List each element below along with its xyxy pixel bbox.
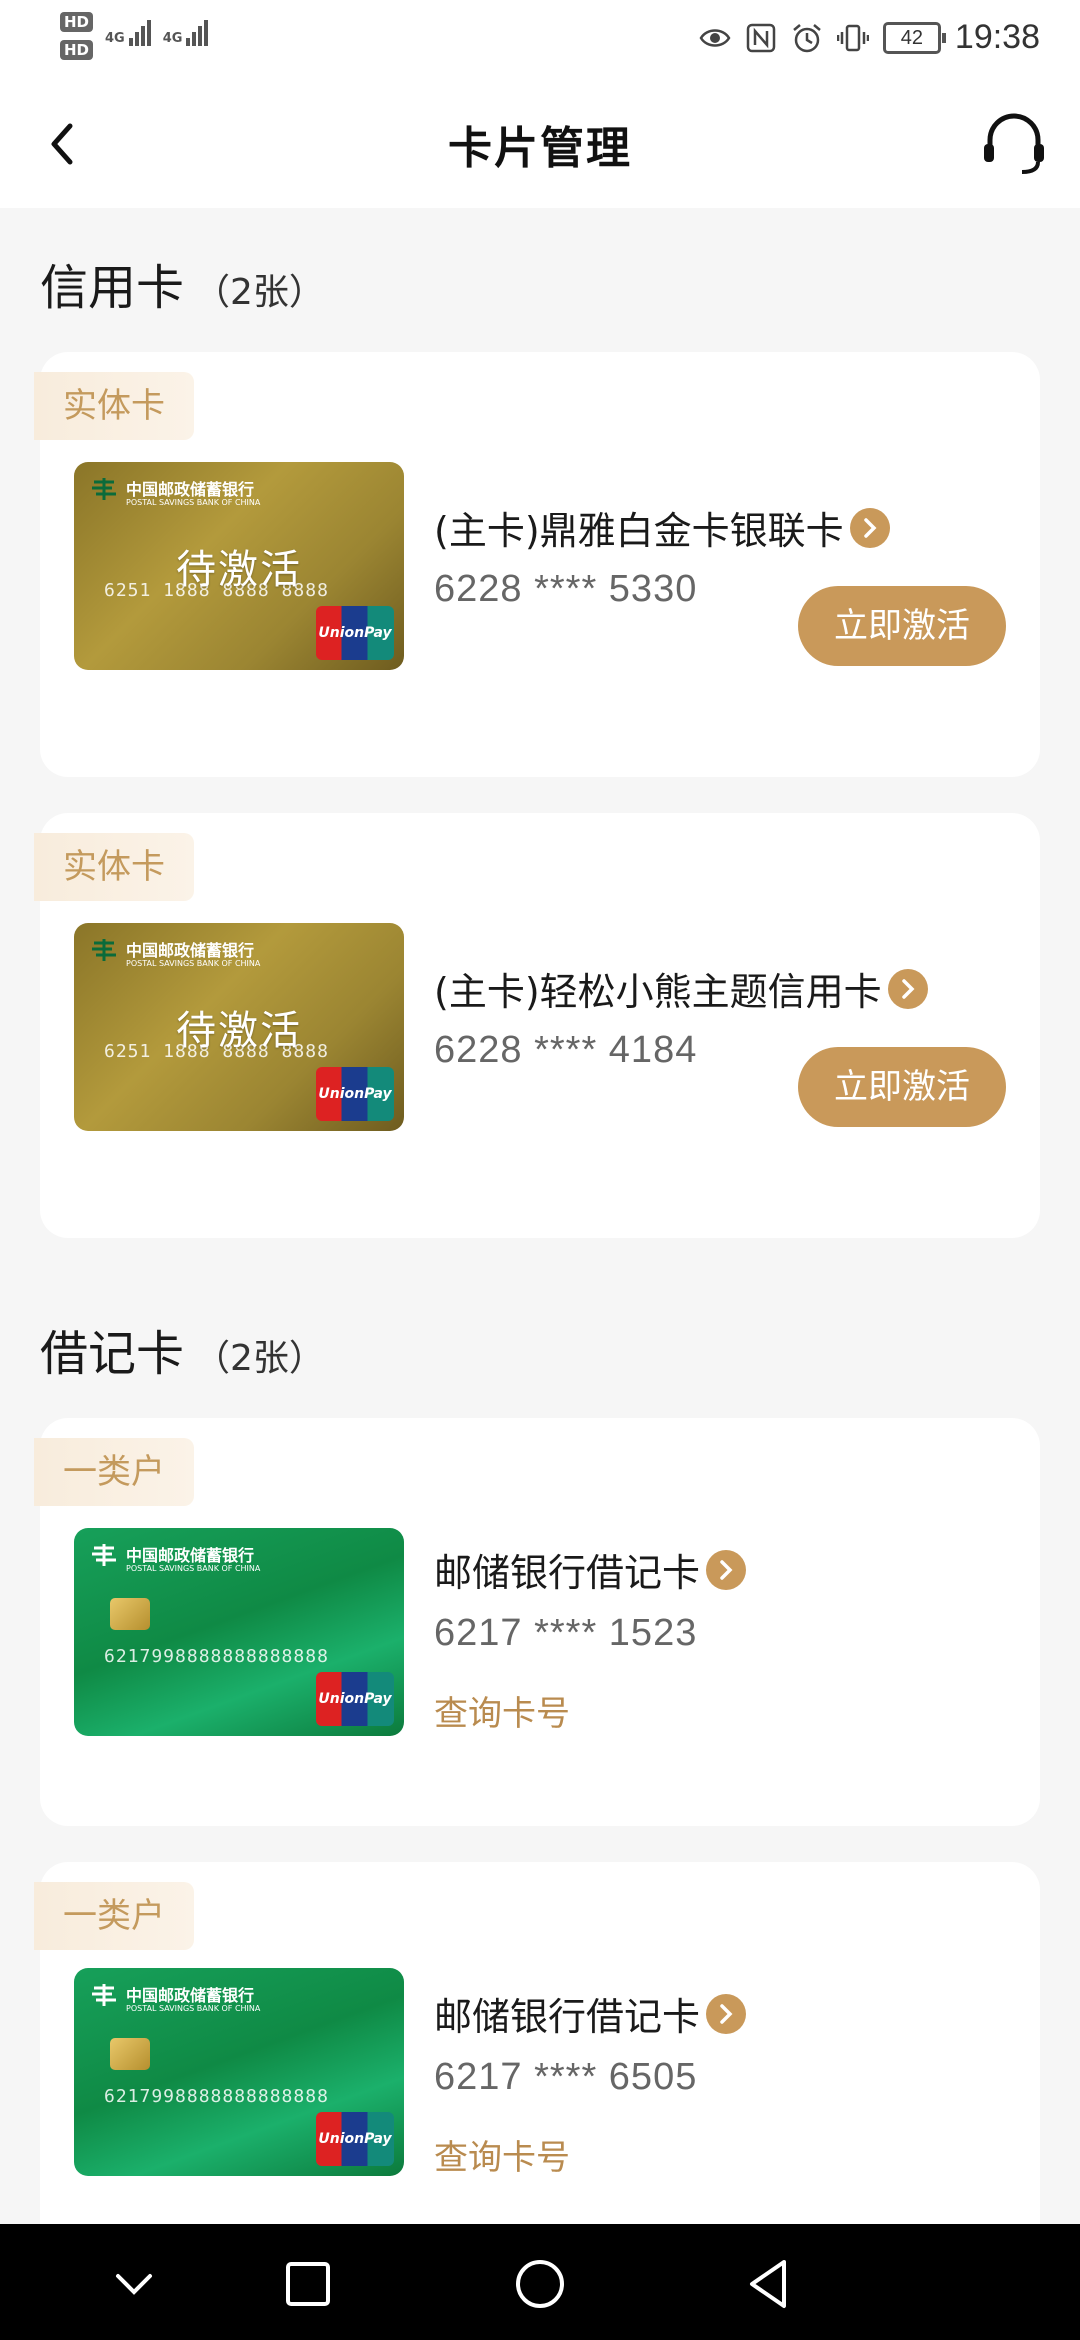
debit-card-item[interactable]: 一类户 中国邮政储蓄银行 POSTAL SAVINGS BANK OF CHIN… [34, 1862, 1040, 2282]
customer-service-button[interactable] [978, 108, 1050, 180]
activate-button[interactable]: 立即激活 [798, 586, 1006, 666]
vibrate-icon [836, 24, 869, 51]
hd-badge-1: HD [60, 12, 94, 32]
bank-logo-icon [92, 1984, 116, 2006]
card-name[interactable]: (主卡)鼎雅白金卡银联卡 [434, 500, 890, 555]
headset-icon [984, 113, 1044, 174]
chevron-right-icon[interactable] [706, 1549, 747, 1590]
back-nav-button[interactable] [740, 2254, 800, 2314]
card-type-badge: 实体卡 [34, 372, 194, 440]
card-number: 6217 **** 1523 [434, 1612, 698, 1654]
chevron-right-icon[interactable] [849, 507, 890, 548]
credit-count: （2张） [194, 272, 325, 313]
page-title: 卡片管理 [448, 123, 632, 174]
unionpay-logo: UnionPay 银联 [316, 1672, 394, 1726]
card-image: 中国邮政储蓄银行 POSTAL SAVINGS BANK OF CHINA 62… [74, 923, 404, 1131]
battery-icon: 42 [882, 21, 946, 54]
query-card-number-link[interactable]: 查询卡号 [434, 2130, 570, 2179]
clock: 19:38 [954, 18, 1040, 56]
status-right: 42 19:38 [699, 18, 1040, 57]
pending-activation-overlay: 待激活 [176, 547, 302, 593]
card-type-badge: 实体卡 [34, 833, 194, 901]
chip-icon [110, 2038, 150, 2070]
hd-badge-2: HD [60, 40, 94, 60]
signal-icon-1: 4G [105, 20, 151, 46]
chevron-right-icon[interactable] [706, 1993, 747, 2034]
eye-icon [699, 28, 731, 47]
debit-card-item[interactable]: 一类户 中国邮政储蓄银行 POSTAL SAVINGS BANK OF CHIN… [34, 1418, 1040, 1826]
card-image: 中国邮政储蓄银行 POSTAL SAVINGS BANK OF CHINA 62… [74, 1528, 404, 1736]
chevron-right-icon[interactable] [887, 968, 928, 1009]
debit-count: （2张） [194, 1338, 325, 1379]
pending-activation-overlay: 待激活 [176, 1008, 302, 1054]
credit-card-item[interactable]: 实体卡 中国邮政储蓄银行 POSTAL SAVINGS BANK OF CHIN… [34, 352, 1040, 777]
home-button[interactable] [510, 2254, 570, 2314]
card-number: 6217 **** 6505 [434, 2056, 698, 2098]
card-image: 中国邮政储蓄银行 POSTAL SAVINGS BANK OF CHINA 62… [74, 1968, 404, 2176]
bank-logo-icon [92, 1544, 116, 1566]
card-name[interactable]: 邮储银行借记卡 [434, 1542, 747, 1597]
status-bar: HD HD 4G 4G 42 19:38 [0, 0, 1080, 80]
chevron-down-icon[interactable] [104, 2254, 164, 2314]
credit-section-title: 信用卡 （2张） [40, 260, 325, 316]
card-name[interactable]: (主卡)轻松小熊主题信用卡 [434, 961, 928, 1016]
account-type-badge: 一类户 [34, 1882, 194, 1950]
account-type-badge: 一类户 [34, 1438, 194, 1506]
nfc-icon [746, 23, 776, 52]
card-number: 6228 **** 5330 [434, 568, 698, 610]
card-image: 中国邮政储蓄银行 POSTAL SAVINGS BANK OF CHINA 62… [74, 462, 404, 670]
credit-card-item[interactable]: 实体卡 中国邮政储蓄银行 POSTAL SAVINGS BANK OF CHIN… [34, 813, 1040, 1238]
status-left: HD HD 4G 4G [60, 12, 209, 60]
signal-icon-2: 4G [163, 20, 209, 46]
chip-icon [110, 1598, 150, 1630]
query-card-number-link[interactable]: 查询卡号 [434, 1686, 570, 1735]
debit-section-title: 借记卡 （2张） [40, 1326, 325, 1382]
alarm-icon [793, 23, 821, 52]
unionpay-logo: UnionPay 银联 [316, 2112, 394, 2166]
card-number: 6228 **** 4184 [434, 1029, 698, 1071]
top-nav-bar: 卡片管理 [0, 80, 1080, 208]
card-name[interactable]: 邮储银行借记卡 [434, 1986, 747, 2041]
activate-button[interactable]: 立即激活 [798, 1047, 1006, 1127]
recent-apps-button[interactable] [278, 2254, 338, 2314]
system-navigation-bar [0, 2224, 1080, 2340]
